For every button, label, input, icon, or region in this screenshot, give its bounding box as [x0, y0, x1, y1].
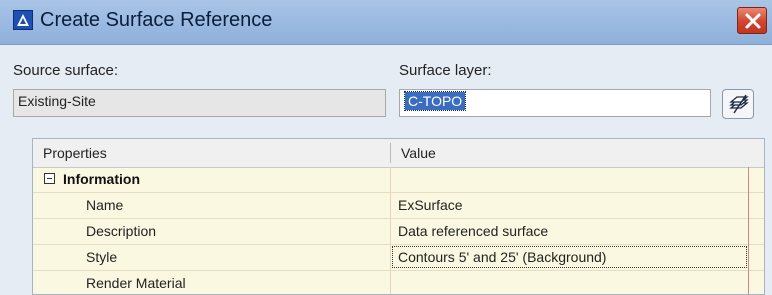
- property-row-description[interactable]: Description Data referenced surface: [33, 219, 764, 245]
- header-divider[interactable]: [390, 143, 391, 163]
- property-row-style[interactable]: Style Contours 5' and 25' (Background): [33, 245, 764, 271]
- group-name: Information: [63, 171, 140, 187]
- grid-header: Properties Value: [33, 139, 764, 168]
- property-name: Style: [86, 249, 118, 265]
- surface-layer-label: Surface layer:: [399, 62, 492, 79]
- layers-icon: [729, 94, 749, 114]
- property-name: Render Material: [86, 275, 186, 291]
- row-indent: [33, 193, 55, 218]
- surface-layer-button[interactable]: [722, 89, 754, 119]
- property-row-render-material[interactable]: Render Material: [33, 271, 764, 294]
- source-surface-label: Source surface:: [13, 62, 119, 79]
- column-divider: [390, 271, 391, 294]
- close-button[interactable]: [737, 7, 767, 34]
- property-value[interactable]: Contours 5' and 25' (Background): [398, 249, 606, 265]
- window-title: Create Surface Reference: [40, 9, 273, 31]
- row-indent: [33, 271, 55, 294]
- property-grid: Properties Value Information Name ExSurf…: [32, 138, 765, 295]
- column-divider: [390, 167, 391, 192]
- source-surface-field: Existing-Site: [13, 89, 386, 117]
- property-value[interactable]: Data referenced surface: [398, 223, 548, 239]
- property-value[interactable]: ExSurface: [398, 197, 463, 213]
- app-icon: [13, 10, 33, 30]
- surface-layer-input[interactable]: C-TOPO: [399, 89, 711, 117]
- collapse-icon[interactable]: [44, 173, 55, 184]
- property-name: Description: [86, 223, 157, 239]
- header-properties[interactable]: Properties: [43, 145, 107, 161]
- property-name: Name: [86, 197, 124, 213]
- row-indent: [33, 219, 55, 244]
- column-divider: [390, 193, 391, 218]
- close-icon: [745, 13, 761, 29]
- create-surface-reference-dialog: Create Surface Reference Source surface:…: [0, 0, 772, 295]
- group-row-information[interactable]: Information: [33, 167, 764, 193]
- title-bar[interactable]: Create Surface Reference: [0, 0, 772, 45]
- grid-right-border: [748, 167, 749, 294]
- column-divider: [390, 219, 391, 244]
- header-value[interactable]: Value: [401, 145, 436, 161]
- property-row-name[interactable]: Name ExSurface: [33, 193, 764, 219]
- row-indent: [33, 245, 55, 270]
- source-surface-value: Existing-Site: [18, 93, 96, 109]
- surface-layer-value: C-TOPO: [403, 91, 467, 111]
